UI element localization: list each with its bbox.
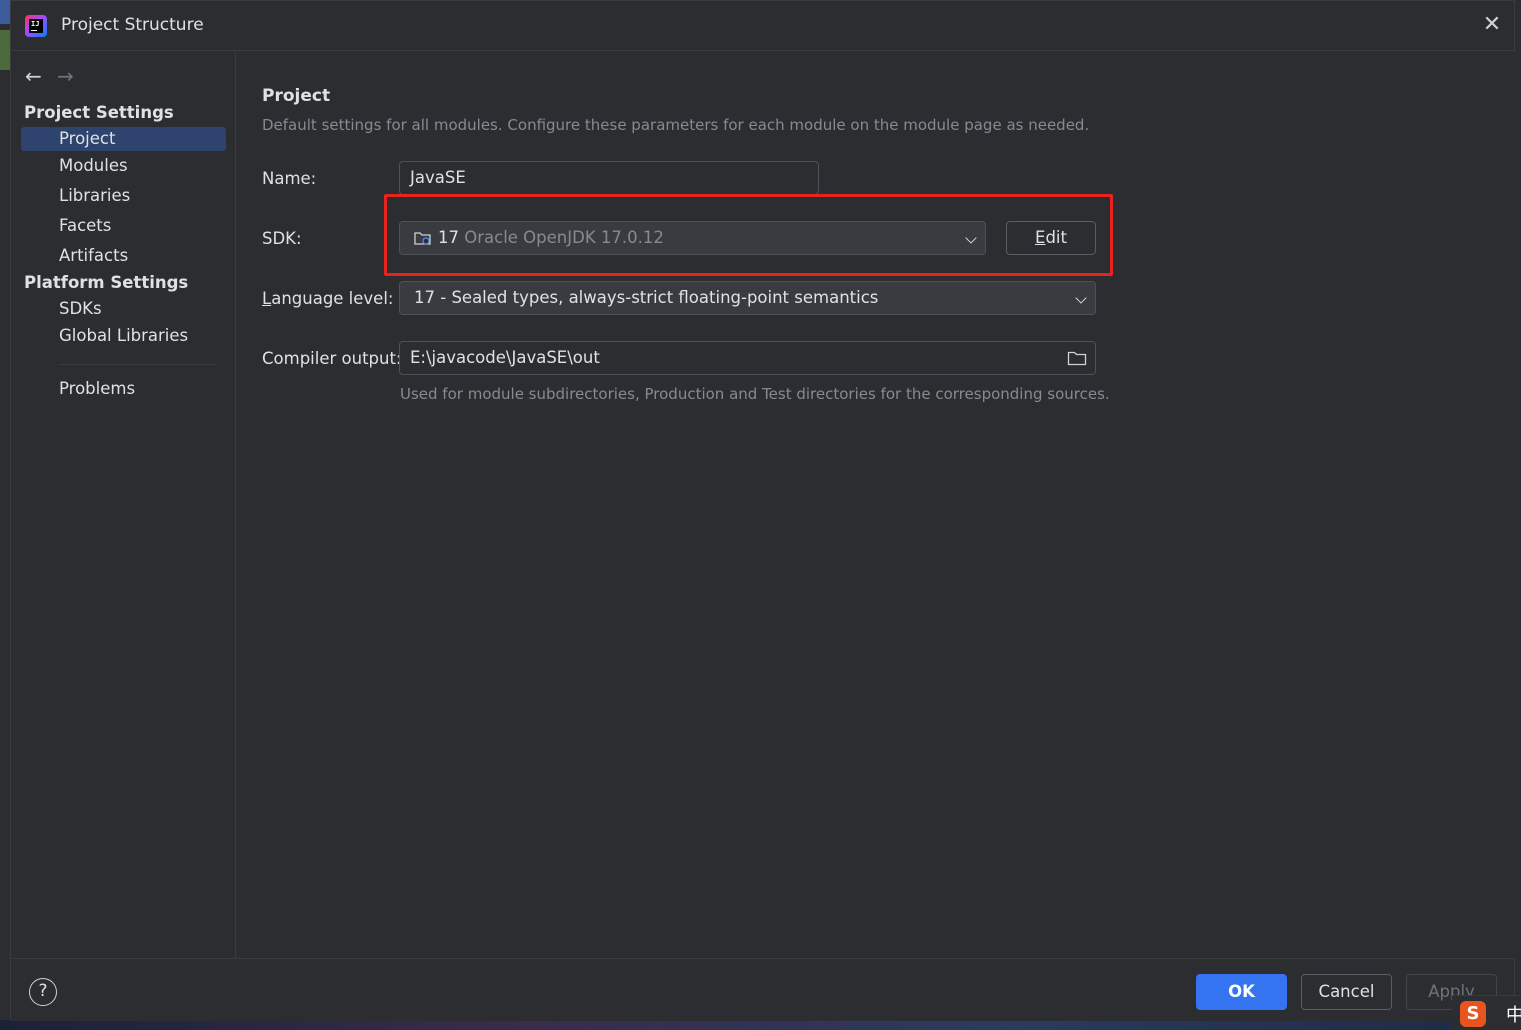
sidebar-item-sdks[interactable]: SDKs <box>21 297 226 321</box>
page-description: Default settings for all modules. Config… <box>262 116 1090 134</box>
background-window-left-strip <box>0 0 10 1030</box>
settings-sidebar: ← → Project Settings Project Modules Libr… <box>11 52 236 958</box>
taskbar-ime-tray: S 中 <box>1452 995 1521 1030</box>
edit-button-mnemonic: E <box>1035 228 1046 247</box>
app-logo: IJ <box>25 15 47 37</box>
compiler-output-label: Compiler output: <box>262 349 402 368</box>
folder-icon[interactable] <box>1067 350 1087 366</box>
sidebar-item-modules[interactable]: Modules <box>21 154 226 178</box>
project-name-input[interactable]: JavaSE <box>399 161 819 195</box>
project-structure-dialog: IJ Project Structure ✕ ← → Project Settin… <box>10 0 1515 1021</box>
language-level-value: 17 - Sealed types, always-strict floatin… <box>414 288 879 307</box>
language-level-label-text: anguage level: <box>271 289 394 308</box>
background-window-right-strip <box>1515 0 1521 1030</box>
sdk-label: SDK: <box>262 229 302 248</box>
sidebar-item-global-libraries[interactable]: Global Libraries <box>21 324 226 348</box>
page-title: Project <box>262 86 331 106</box>
cancel-button[interactable]: Cancel <box>1301 974 1392 1010</box>
dialog-title: Project Structure <box>61 15 204 35</box>
sdk-select[interactable]: 17 Oracle OpenJDK 17.0.12 <box>399 221 986 255</box>
compiler-output-hint: Used for module subdirectories, Producti… <box>400 385 1110 403</box>
edit-sdk-button[interactable]: Edit <box>1006 221 1096 255</box>
platform-settings-header: Platform Settings <box>24 273 189 292</box>
help-icon[interactable]: ? <box>29 978 57 1006</box>
sidebar-divider <box>59 364 216 365</box>
dialog-footer: ? OK Cancel Apply <box>11 958 1514 1021</box>
compiler-output-input[interactable]: E:\javacode\JavaSE\out <box>399 341 1096 375</box>
sdk-name: Oracle OpenJDK 17.0.12 <box>464 228 664 247</box>
background-tile <box>0 30 10 70</box>
project-settings-panel: Project Default settings for all modules… <box>237 52 1515 958</box>
sidebar-item-facets[interactable]: Facets <box>21 214 226 238</box>
sidebar-item-artifacts[interactable]: Artifacts <box>21 244 226 268</box>
background-tile <box>0 0 10 24</box>
sdk-version: 17 <box>438 228 459 247</box>
language-level-mnemonic: L <box>262 289 272 308</box>
back-arrow-icon[interactable]: ← <box>25 64 49 88</box>
language-level-label: Language level: <box>262 289 393 308</box>
desktop-wallpaper-strip <box>0 1020 1521 1030</box>
compiler-output-value: E:\javacode\JavaSE\out <box>410 348 600 367</box>
ok-button[interactable]: OK <box>1196 974 1287 1010</box>
ime-logo-icon[interactable]: S <box>1460 1001 1486 1027</box>
chevron-down-icon <box>965 232 977 244</box>
chevron-down-icon <box>1075 292 1087 304</box>
history-navigation: ← → <box>25 64 89 88</box>
jdk-folder-icon <box>414 232 431 245</box>
close-icon[interactable]: ✕ <box>1480 13 1504 37</box>
sidebar-item-project[interactable]: Project <box>21 127 226 151</box>
project-settings-header: Project Settings <box>24 103 174 122</box>
forward-arrow-icon: → <box>57 64 74 88</box>
sidebar-item-problems[interactable]: Problems <box>21 377 226 401</box>
language-level-select[interactable]: 17 - Sealed types, always-strict floatin… <box>399 281 1096 315</box>
edit-button-label: dit <box>1045 228 1067 247</box>
ime-language-indicator[interactable]: 中 <box>1506 1001 1521 1027</box>
name-label: Name: <box>262 169 317 188</box>
sidebar-item-libraries[interactable]: Libraries <box>21 184 226 208</box>
title-bar: IJ Project Structure ✕ <box>11 1 1514 51</box>
